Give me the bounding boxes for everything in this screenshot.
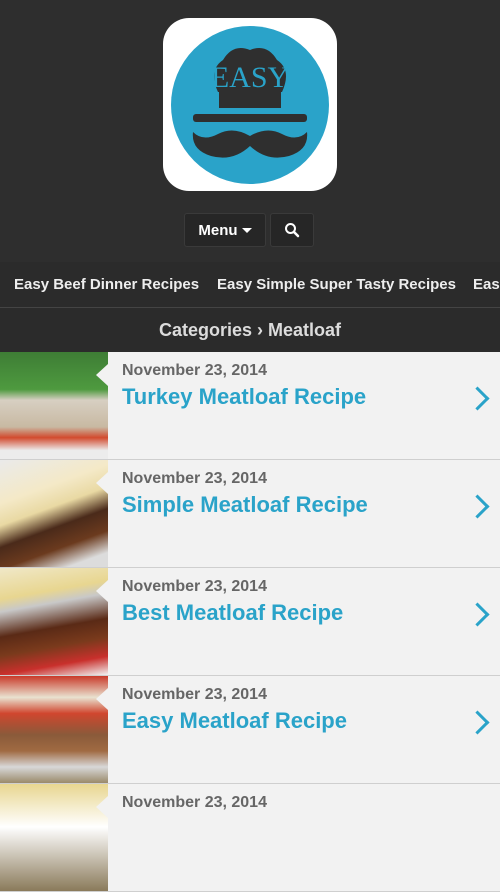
list-item[interactable]: November 23, 2014 Easy Meatloaf Recipe <box>0 676 500 784</box>
menu-button[interactable]: Menu <box>184 213 266 247</box>
recipe-thumbnail <box>0 784 108 891</box>
logo-text: EASY <box>211 61 289 94</box>
arrow-notch <box>96 688 108 710</box>
post-title[interactable]: Simple Meatloaf Recipe <box>122 492 368 518</box>
nav-item-beef-dinner[interactable]: Easy Beef Dinner Recipes <box>14 262 199 307</box>
caret-down-icon <box>241 227 252 233</box>
recipe-thumbnail <box>0 460 108 567</box>
recipe-thumbnail <box>0 676 108 783</box>
chevron-right-icon <box>465 494 490 519</box>
list-item[interactable]: November 23, 2014 <box>0 784 500 892</box>
chevron-right-icon <box>465 710 490 735</box>
menu-label: Menu <box>198 221 238 239</box>
arrow-notch <box>96 796 108 818</box>
search-icon <box>285 223 300 238</box>
post-date: November 23, 2014 <box>122 470 267 487</box>
post-date: November 23, 2014 <box>122 686 267 703</box>
post-date: November 23, 2014 <box>122 578 267 595</box>
list-item[interactable]: November 23, 2014 Simple Meatloaf Recipe <box>0 460 500 568</box>
recipe-thumbnail <box>0 352 108 459</box>
post-title[interactable]: Turkey Meatloaf Recipe <box>122 384 366 410</box>
search-button[interactable] <box>270 213 314 247</box>
arrow-notch <box>96 364 108 386</box>
list-item[interactable]: November 23, 2014 Turkey Meatloaf Recipe <box>0 352 500 460</box>
post-list: November 23, 2014 Turkey Meatloaf Recipe… <box>0 352 500 892</box>
post-title[interactable]: Best Meatloaf Recipe <box>122 600 343 626</box>
breadcrumb: Categories › Meatloaf <box>0 308 500 352</box>
post-title[interactable]: Easy Meatloaf Recipe <box>122 708 347 734</box>
category-nav: Easy Beef Dinner Recipes Easy Simple Sup… <box>0 262 500 308</box>
chef-logo-icon: EASY <box>171 26 329 184</box>
chevron-right-icon <box>465 386 490 411</box>
arrow-notch <box>96 472 108 494</box>
recipe-thumbnail <box>0 568 108 675</box>
post-date: November 23, 2014 <box>122 794 267 811</box>
list-item[interactable]: November 23, 2014 Best Meatloaf Recipe <box>0 568 500 676</box>
arrow-notch <box>96 580 108 602</box>
nav-item-simple-tasty[interactable]: Easy Simple Super Tasty Recipes <box>217 262 456 307</box>
post-date: November 23, 2014 <box>122 362 267 379</box>
site-header: EASY Menu <box>0 0 500 262</box>
chevron-right-icon <box>465 602 490 627</box>
site-logo[interactable]: EASY <box>163 18 337 191</box>
nav-item-overflow[interactable]: Easy <box>473 262 500 307</box>
